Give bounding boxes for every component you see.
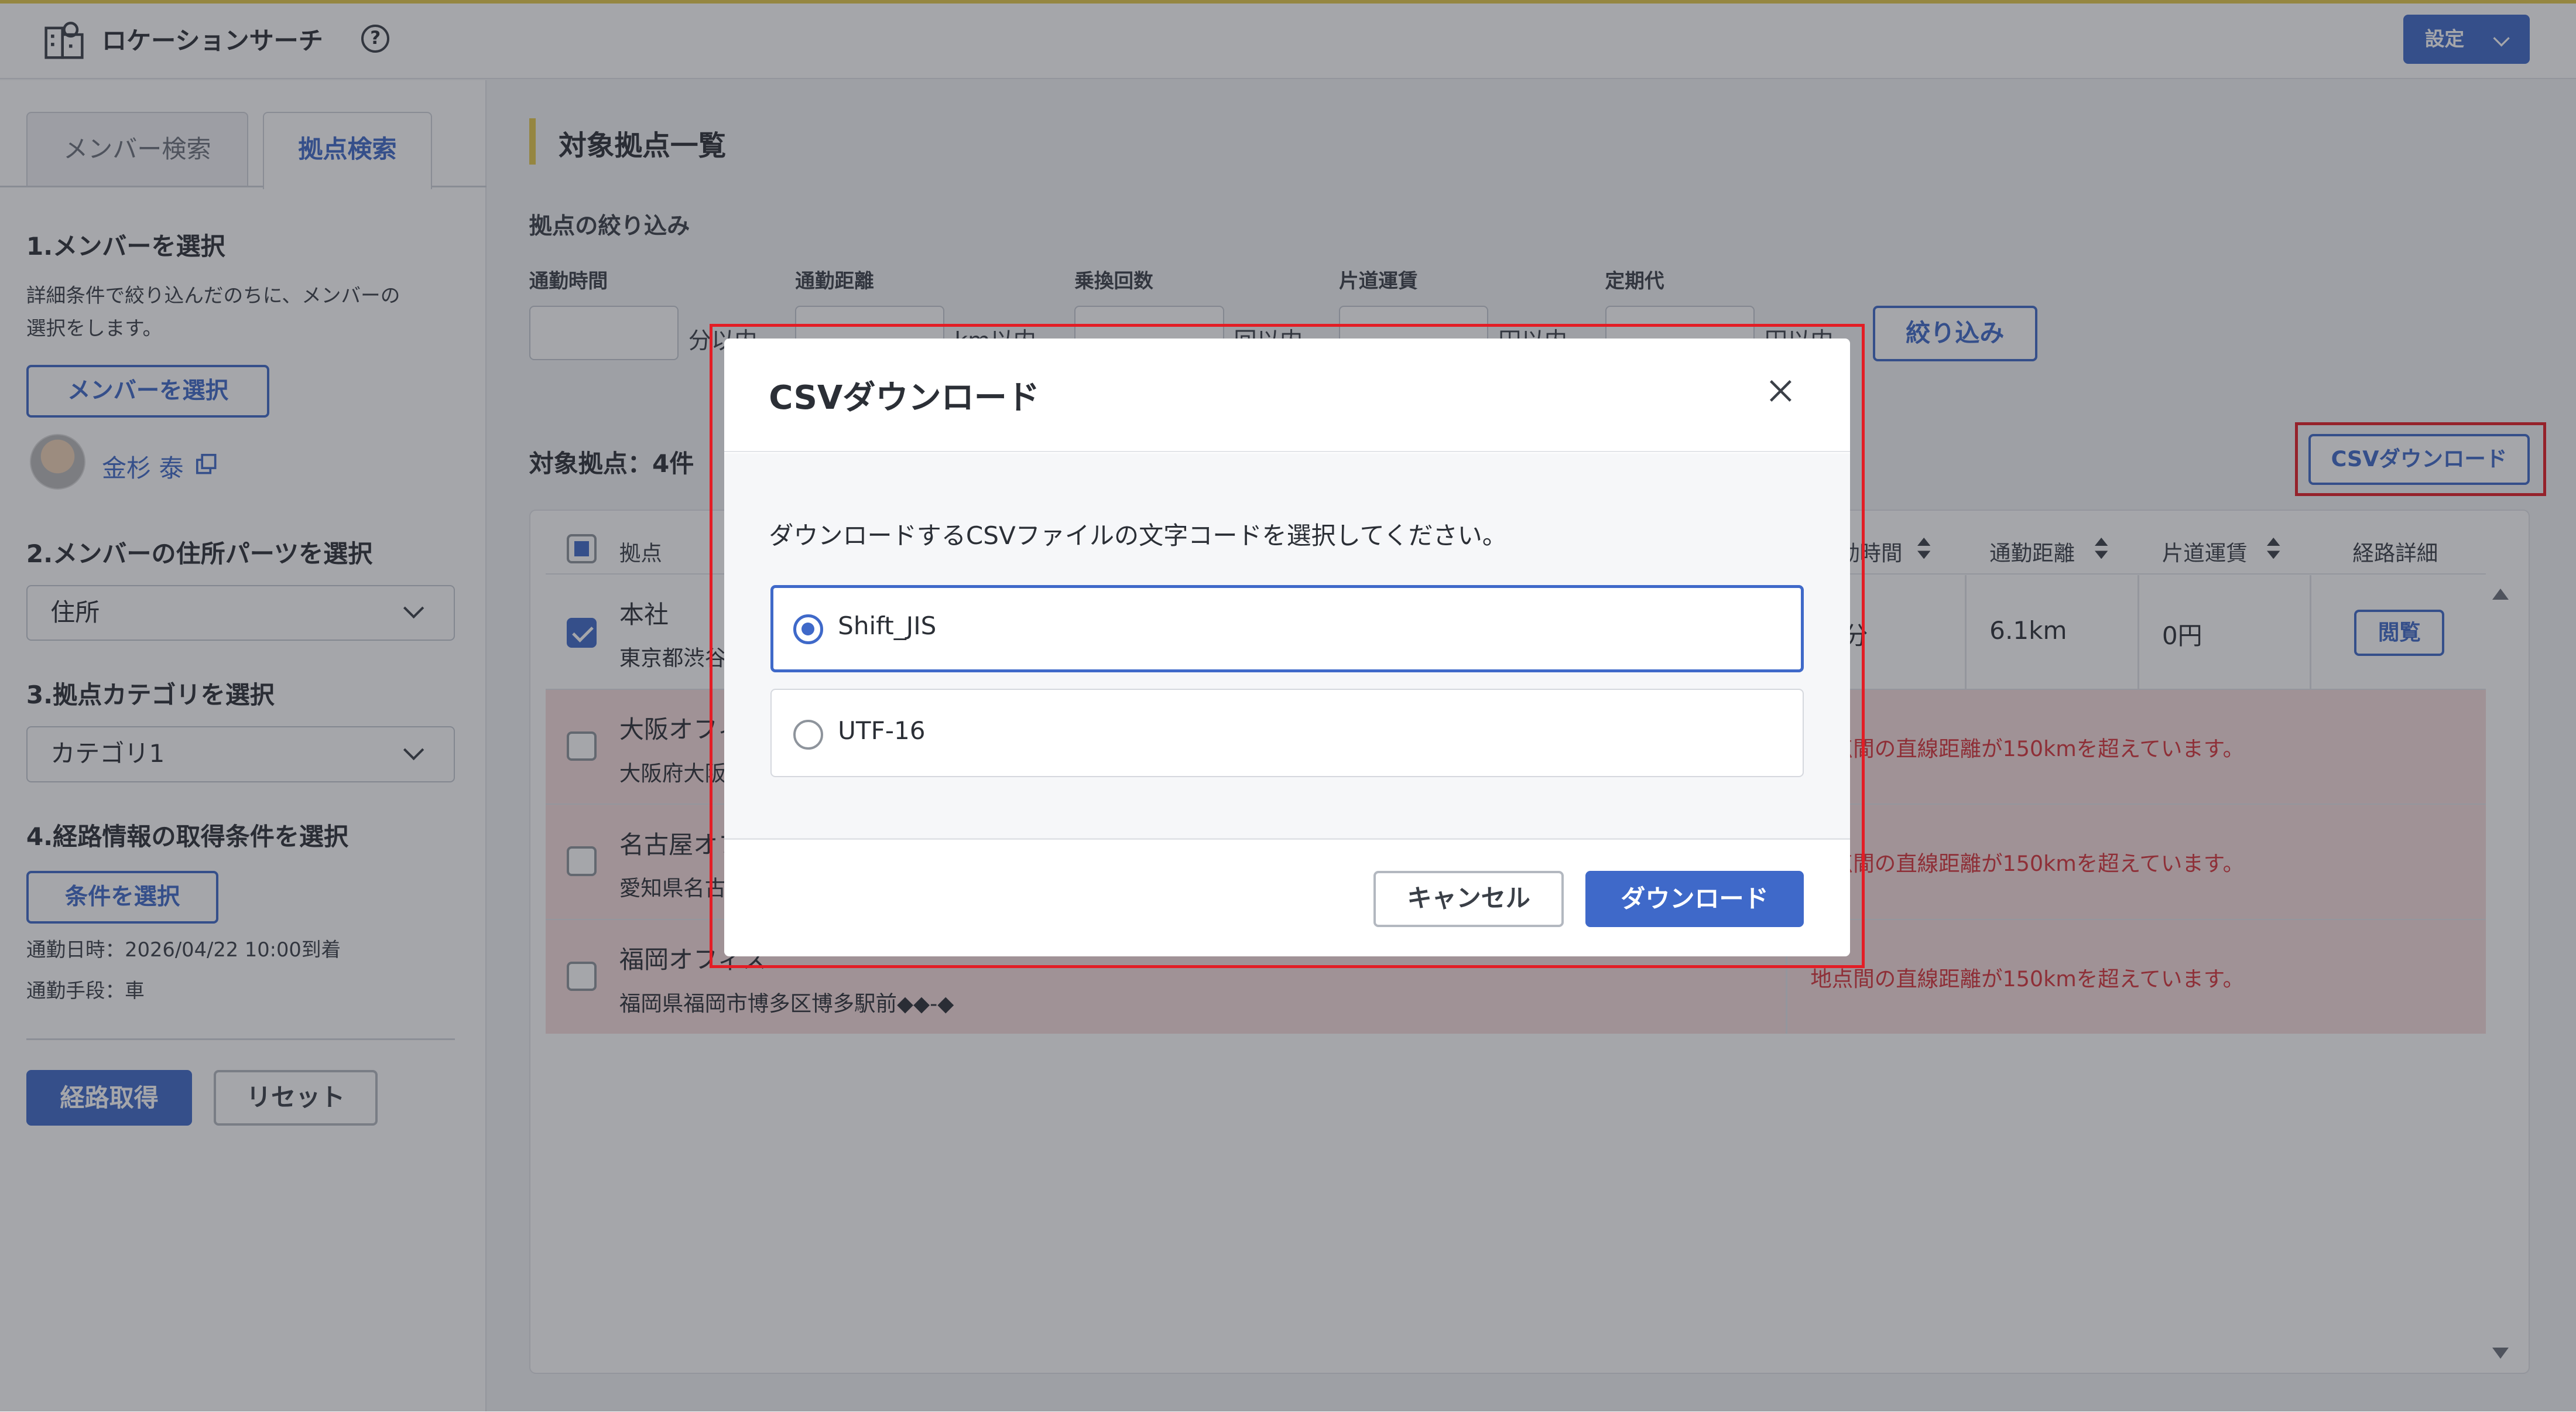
- dialog-title: CSVダウンロード: [769, 379, 1040, 418]
- dialog-description: ダウンロードするCSVファイルの文字コードを選択してください。: [769, 521, 1507, 551]
- option-label-utf16: UTF-16: [838, 716, 926, 746]
- close-icon[interactable]: [1767, 378, 1794, 404]
- encoding-option-utf16[interactable]: [770, 688, 1804, 778]
- option-label-shift-jis: Shift_JIS: [838, 611, 937, 640]
- radio-shift-jis[interactable]: [793, 614, 823, 644]
- radio-utf16[interactable]: [793, 720, 823, 750]
- dialog-footer-divider: [724, 838, 1850, 840]
- download-button[interactable]: ダウンロード: [1585, 871, 1804, 927]
- cancel-button[interactable]: キャンセル: [1373, 871, 1564, 927]
